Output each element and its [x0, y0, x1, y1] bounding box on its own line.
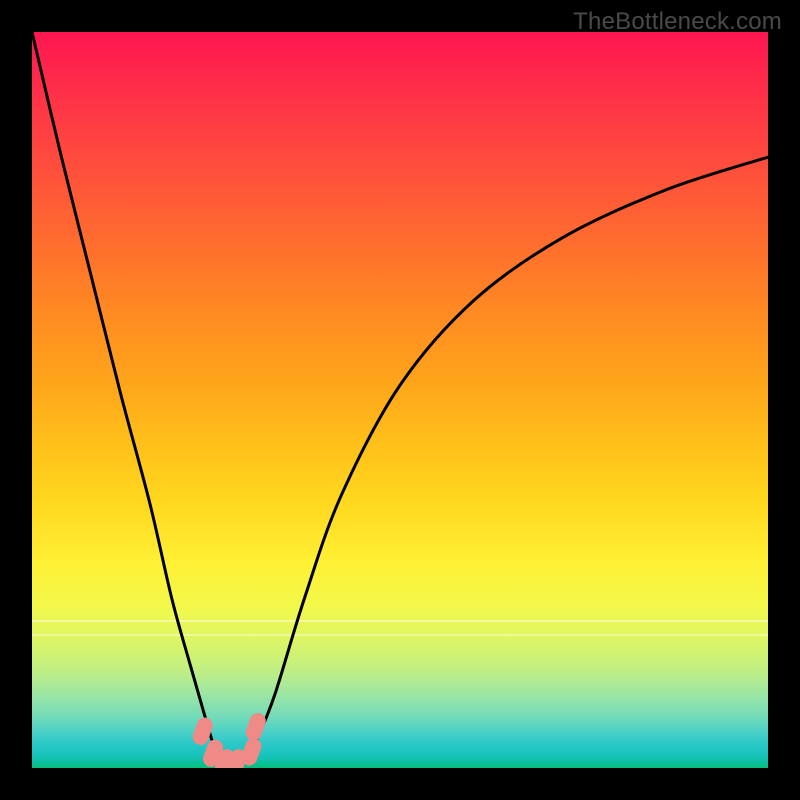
chart-frame: TheBottleneck.com — [0, 0, 800, 800]
watermark-text: TheBottleneck.com — [573, 8, 782, 36]
curve-marker — [243, 711, 268, 743]
bottleneck-curve — [32, 32, 768, 765]
curve-layer — [32, 32, 768, 768]
plot-area — [32, 32, 768, 768]
